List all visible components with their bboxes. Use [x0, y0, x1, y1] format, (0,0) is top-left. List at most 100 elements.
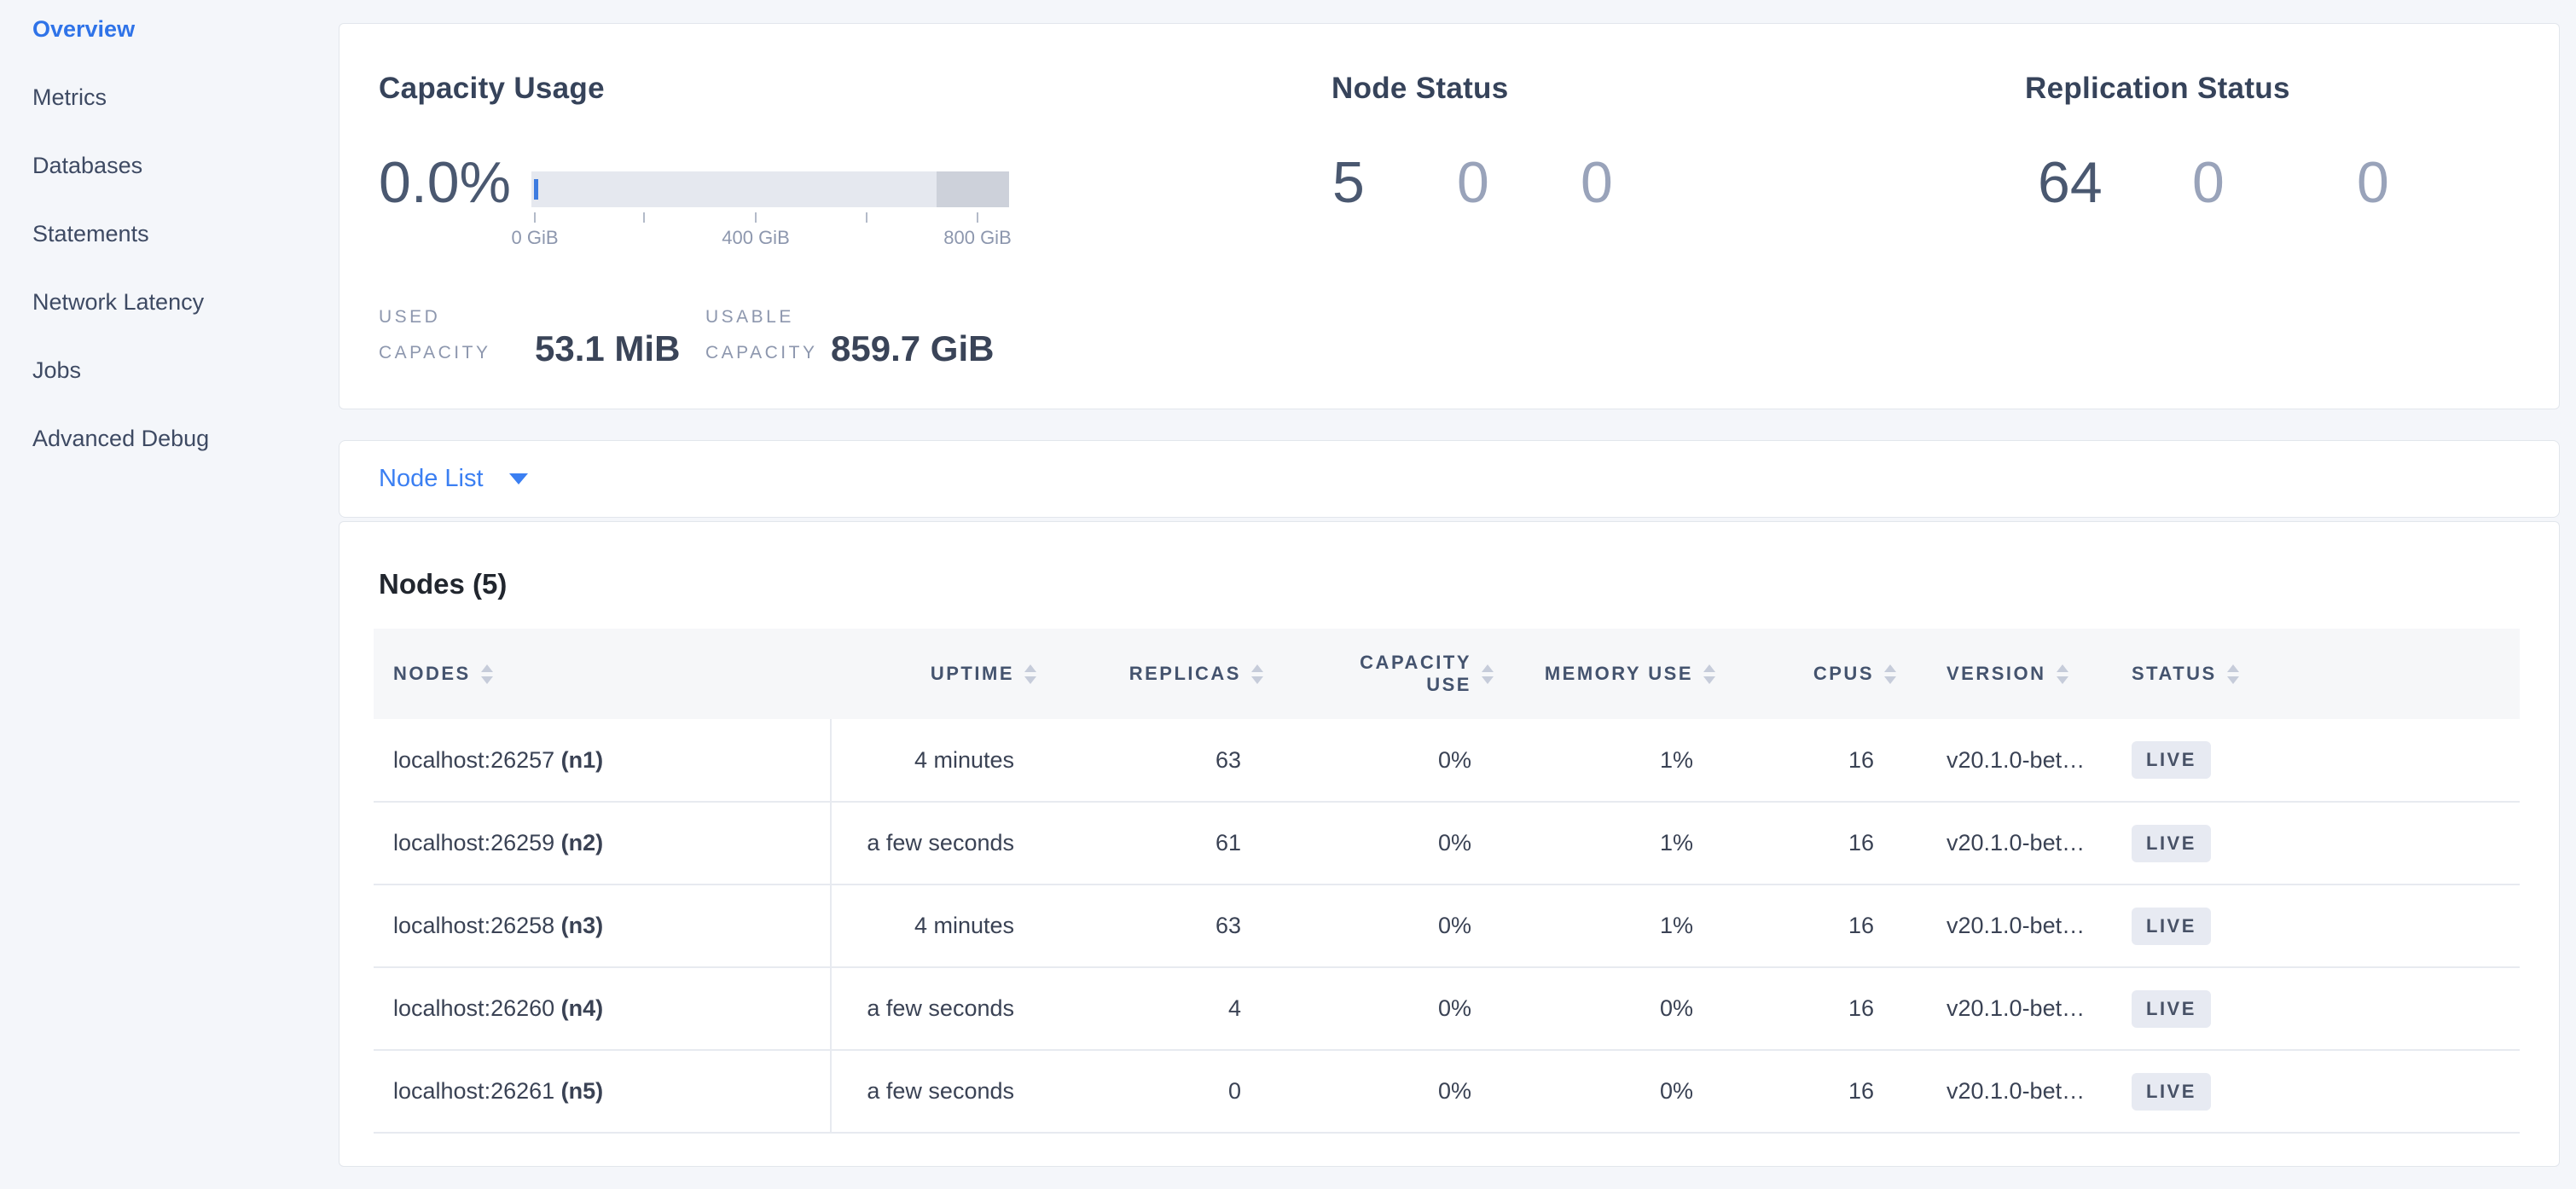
- status-badge: LIVE: [2132, 825, 2211, 862]
- memory-use-cell: 1%: [1493, 884, 1714, 967]
- sort-icon[interactable]: [1251, 664, 1263, 684]
- sidebar-item-label: Network Latency: [32, 289, 204, 315]
- memory-use-cell: 0%: [1493, 1050, 1714, 1133]
- node-address-cell[interactable]: localhost:26258 (n3): [374, 884, 831, 967]
- table-row[interactable]: localhost:26257 (n1) 4 minutes 63 0% 1% …: [374, 719, 2520, 802]
- node-address-cell[interactable]: localhost:26257 (n1): [374, 719, 831, 802]
- sidebar-item[interactable]: Jobs: [0, 356, 333, 424]
- node-address-cell[interactable]: localhost:26261 (n5): [374, 1050, 831, 1133]
- table-row[interactable]: localhost:26259 (n2) a few seconds 61 0%…: [374, 802, 2520, 884]
- axis-label-0: 0 GiB: [511, 227, 558, 249]
- node-address-cell[interactable]: localhost:26259 (n2): [374, 802, 831, 884]
- uptime-cell: a few seconds: [831, 967, 1036, 1050]
- sidebar-item-label: Advanced Debug: [32, 426, 209, 451]
- version-cell: v20.1.0-bet…: [1895, 719, 2106, 802]
- sort-icon[interactable]: [1024, 664, 1036, 684]
- nodes-table-body: localhost:26257 (n1) 4 minutes 63 0% 1% …: [374, 719, 2520, 1133]
- sidebar-item-label: Jobs: [32, 357, 81, 383]
- sidebar-item[interactable]: Advanced Debug: [0, 424, 333, 492]
- capacity-use-cell: 0%: [1262, 719, 1493, 802]
- replicas-cell: 61: [1036, 802, 1262, 884]
- axis-tick: [755, 212, 757, 223]
- live-nodes-value: 5: [1332, 150, 1365, 215]
- column-header-capacity-use[interactable]: CAPACITY USE: [1262, 629, 1493, 719]
- column-header-status[interactable]: STATUS: [2106, 629, 2520, 719]
- column-header-nodes[interactable]: NODES: [374, 629, 831, 719]
- sort-icon[interactable]: [1482, 664, 1494, 684]
- sort-icon[interactable]: [481, 664, 493, 684]
- status-badge: LIVE: [2132, 741, 2211, 779]
- version-cell: v20.1.0-bet…: [1895, 884, 2106, 967]
- suspect-nodes-value: 0: [1457, 150, 1489, 215]
- uptime-cell: 4 minutes: [831, 719, 1036, 802]
- cpus-cell: 16: [1714, 719, 1895, 802]
- axis-label-400: 400 GiB: [722, 227, 790, 249]
- sort-icon[interactable]: [1884, 664, 1896, 684]
- capacity-usage-title: Capacity Usage: [379, 72, 605, 106]
- column-header-cpus[interactable]: CPUS: [1714, 629, 1895, 719]
- cpus-cell: 16: [1714, 967, 1895, 1050]
- cpus-cell: 16: [1714, 802, 1895, 884]
- cpus-cell: 16: [1714, 1050, 1895, 1133]
- status-cell: LIVE: [2106, 1050, 2520, 1133]
- dead-nodes-value: 0: [1581, 150, 1613, 215]
- total-ranges-value: 64: [2038, 150, 2103, 215]
- sidebar-item-label: Databases: [32, 153, 142, 178]
- sidebar-item[interactable]: Statements: [0, 219, 333, 287]
- sidebar-item[interactable]: Databases: [0, 151, 333, 219]
- status-badge: LIVE: [2132, 990, 2211, 1028]
- uptime-cell: a few seconds: [831, 1050, 1036, 1133]
- capacity-bar-reserved-segment: [937, 171, 1009, 207]
- column-header-replicas[interactable]: REPLICAS: [1036, 629, 1262, 719]
- node-status-title: Node Status: [1332, 72, 1509, 106]
- replicas-cell: 4: [1036, 967, 1262, 1050]
- node-address-cell[interactable]: localhost:26260 (n4): [374, 967, 831, 1050]
- cpus-cell: 16: [1714, 884, 1895, 967]
- status-badge: LIVE: [2132, 908, 2211, 945]
- nodes-table-header-row: NODES UPTIME REPLICAS CAPACITY USE MEMOR…: [374, 629, 2520, 719]
- column-header-uptime[interactable]: UPTIME: [831, 629, 1036, 719]
- status-cell: LIVE: [2106, 719, 2520, 802]
- under-replicated-ranges-value: 0: [2192, 150, 2225, 215]
- node-list-dropdown-label: Node List: [379, 465, 484, 493]
- axis-tick: [866, 212, 867, 223]
- axis-tick: [977, 212, 978, 223]
- uptime-cell: a few seconds: [831, 802, 1036, 884]
- replication-status-title: Replication Status: [2025, 72, 2290, 106]
- sidebar-item[interactable]: Network Latency: [0, 287, 333, 356]
- status-cell: LIVE: [2106, 884, 2520, 967]
- column-header-version[interactable]: VERSION: [1895, 629, 2106, 719]
- sort-icon[interactable]: [1703, 664, 1715, 684]
- used-capacity-label: USED CAPACITY: [379, 299, 524, 371]
- sidebar-item-label: Metrics: [32, 84, 107, 110]
- status-badge: LIVE: [2132, 1073, 2211, 1111]
- axis-label-800: 800 GiB: [943, 227, 1012, 249]
- column-header-memory-use[interactable]: MEMORY USE: [1493, 629, 1714, 719]
- replicas-cell: 0: [1036, 1050, 1262, 1133]
- capacity-use-cell: 0%: [1262, 802, 1493, 884]
- usable-capacity-label: USABLE CAPACITY: [705, 299, 850, 371]
- version-cell: v20.1.0-bet…: [1895, 802, 2106, 884]
- status-cell: LIVE: [2106, 802, 2520, 884]
- nodes-table-title: Nodes (5): [379, 567, 507, 601]
- axis-tick: [643, 212, 645, 223]
- table-row[interactable]: localhost:26261 (n5) a few seconds 0 0% …: [374, 1050, 2520, 1133]
- node-list-dropdown[interactable]: Node List: [379, 441, 528, 517]
- sort-icon[interactable]: [2057, 664, 2068, 684]
- sort-icon[interactable]: [2227, 664, 2239, 684]
- axis-tick: [534, 212, 536, 223]
- sidebar-item[interactable]: Metrics: [0, 83, 333, 151]
- sidebar-item-label: Overview: [32, 16, 135, 42]
- chevron-down-icon: [509, 473, 528, 484]
- unavailable-ranges-value: 0: [2357, 150, 2389, 215]
- sidebar-nav: Overview Metrics Databases Statements Ne…: [0, 14, 333, 492]
- capacity-use-cell: 0%: [1262, 1050, 1493, 1133]
- table-row[interactable]: localhost:26260 (n4) a few seconds 4 0% …: [374, 967, 2520, 1050]
- sidebar: Overview Metrics Databases Statements Ne…: [0, 0, 333, 1189]
- memory-use-cell: 0%: [1493, 967, 1714, 1050]
- version-cell: v20.1.0-bet…: [1895, 967, 2106, 1050]
- sidebar-item[interactable]: Overview: [0, 14, 333, 83]
- uptime-cell: 4 minutes: [831, 884, 1036, 967]
- table-row[interactable]: localhost:26258 (n3) 4 minutes 63 0% 1% …: [374, 884, 2520, 967]
- sidebar-item-label: Statements: [32, 221, 149, 246]
